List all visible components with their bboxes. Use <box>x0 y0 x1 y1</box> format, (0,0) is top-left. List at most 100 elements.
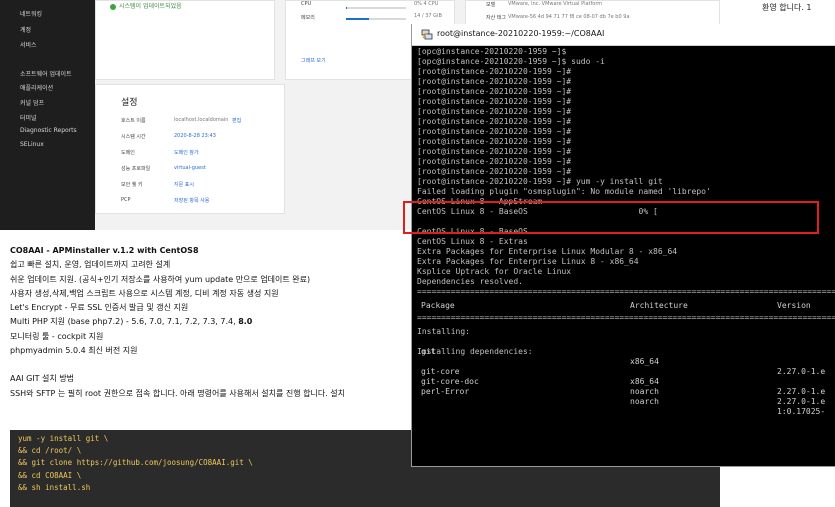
git-description: SSH와 SFTP 는 필히 root 권한으로 접속 합니다. 아래 명령어를… <box>10 388 346 398</box>
terminal-line: [root@instance-20210220-1959 ~]# <box>417 167 572 176</box>
terminal-line: CentOS Linux 8 - Extras <box>417 237 528 246</box>
sidebar-item-services[interactable]: 서비스 <box>20 40 37 49</box>
terminal-line: [root@instance-20210220-1959 ~]# <box>417 107 572 116</box>
usage-memory-label: 메모리 <box>301 15 315 21</box>
system-time-value[interactable]: 2020-8-28 23:43 <box>174 133 216 139</box>
installing-label: Installing: <box>417 327 470 336</box>
php-text: Multi PHP 지원 (base php7.2) - 5.6, 7.0, 7… <box>10 317 239 327</box>
article-line: 쉽고 빠른 설치, 운영, 업데이트까지 고려한 설계 <box>10 260 171 270</box>
terminal-line-plugin-error: Failed loading plugin "osmsplugin": No m… <box>417 187 711 196</box>
terminal-line: Extra Packages for Enterprise Linux Modu… <box>417 247 678 256</box>
package-row: perl-Error noarch 1:0.17025- <box>417 377 835 416</box>
asset-tag-label: 자산 태그 <box>486 15 506 21</box>
hostname-label: 호스트 이름 <box>121 118 146 124</box>
usage-memory-value: 14 / 37 GiB <box>414 13 442 19</box>
code-line: && cd CO8AAI \ <box>18 470 82 480</box>
performance-profile-label: 성능 프로파일 <box>121 166 151 172</box>
package-arch: noarch <box>630 397 659 406</box>
terminal-line: [root@instance-20210220-1959 ~]# <box>417 87 572 96</box>
sidebar-item-software-updates[interactable]: 소프트웨어 업데이트 <box>20 69 72 78</box>
package-row: git-core-doc noarch 2.27.0-1.e <box>417 367 835 406</box>
table-header-row: Package Architecture Version <box>417 301 835 313</box>
sidebar-item-terminal[interactable]: 터미널 <box>20 113 37 122</box>
sidebar-item-selinux[interactable]: SELinux <box>20 141 44 148</box>
domain-label: 도메인 <box>121 150 135 156</box>
settings-title: 설정 <box>121 98 138 108</box>
putty-terminal-window[interactable]: root@instance-20210220-1959:~/CO8AAI [op… <box>411 24 835 467</box>
hostname-edit-link[interactable]: 편집 <box>232 117 241 124</box>
package-name: perl-Error <box>421 387 470 396</box>
col-version: Version <box>777 301 811 310</box>
package-name: git <box>421 347 436 356</box>
package-version: 2.27.0-1.e <box>777 397 826 406</box>
error-highlight-box <box>403 201 819 234</box>
terminal-line: [root@instance-20210220-1959 ~]# <box>417 157 572 166</box>
terminal-line: [opc@instance-20210220-1959 ~]$ sudo -i <box>417 57 605 66</box>
col-architecture: Architecture <box>630 301 688 310</box>
terminal-line: [root@instance-20210220-1959 ~]# <box>417 127 572 136</box>
terminal-line: [root@instance-20210220-1959 ~]# <box>417 137 572 146</box>
usage-cpu-bar <box>346 7 406 9</box>
package-version: 1:0.17025- <box>777 407 826 416</box>
terminal-line: [root@instance-20210220-1959 ~]# <box>417 147 572 156</box>
health-card: 시스템이 업데이트되었음 <box>95 0 275 80</box>
col-package: Package <box>421 301 455 310</box>
terminal-line-yum-command: [root@instance-20210220-1959 ~]# yum -y … <box>417 177 663 186</box>
article-line-php: Multi PHP 지원 (base php7.2) - 5.6, 7.0, 7… <box>10 315 420 329</box>
show-fingerprints-link[interactable]: 지문 표시 <box>174 181 194 188</box>
article-title: CO8AAI - APMinstaller v.1.2 with CentOS8 <box>10 246 199 255</box>
terminal-line: Extra Packages for Enterprise Linux 8 - … <box>417 257 639 266</box>
check-circle-icon <box>110 3 116 10</box>
settings-card: 설정 호스트 이름 localhost.localdomain 편집 시스템 시… <box>95 84 285 214</box>
cockpit-sidebar: 네트워킹 계정 서비스 소프트웨어 업데이트 애플리케이션 커널 덤프 터미널 … <box>0 0 95 230</box>
terminal-titlebar[interactable]: root@instance-20210220-1959:~/CO8AAI <box>412 24 835 46</box>
git-heading: AAI GIT 설치 방법 <box>10 374 75 384</box>
usage-cpu-fill <box>346 7 348 9</box>
terminal-line: [root@instance-20210220-1959 ~]# <box>417 67 572 76</box>
usage-memory-bar <box>346 18 406 20</box>
terminal-line: [root@instance-20210220-1959 ~]# <box>417 77 572 86</box>
terminal-line: [root@instance-20210220-1959 ~]# <box>417 97 572 106</box>
article-body: CO8AAI - APMinstaller v.1.2 with CentOS8… <box>10 244 420 401</box>
view-graphs-link[interactable]: 그래프 보기 <box>301 57 326 64</box>
model-label: 모델 <box>486 2 496 8</box>
usage-memory-fill <box>346 18 369 20</box>
system-time-label: 시스템 시간 <box>121 134 146 140</box>
pcp-link[interactable]: 저장된 항목 사용 <box>174 197 209 204</box>
sidebar-item-accounts[interactable]: 계정 <box>20 25 31 34</box>
article-line: phpmyadmin 5.0.4 최신 버전 지원 <box>10 346 138 356</box>
terminal-title: root@instance-20210220-1959:~/CO8AAI <box>437 29 605 38</box>
terminal-line: Dependencies resolved. <box>417 277 523 286</box>
pcp-label: PCP <box>121 197 131 203</box>
article-line: 사용자 생성,삭제,백업 스크립트 사용으로 시스템 계정, 디비 계정 자동 … <box>10 288 279 298</box>
update-status-text: 시스템이 업데이트되었음 <box>119 3 182 10</box>
sidebar-item-diagnostic-reports[interactable]: Diagnostic Reports <box>20 127 77 134</box>
terminal-line: [opc@instance-20210220-1959 ~]$ <box>417 47 567 56</box>
asset-tag-value: VMware-56 4d 94 71 77 f8 ce 08-07 db 7e … <box>508 14 630 20</box>
usage-cpu-value: 0% 4 CPU <box>414 1 439 7</box>
installing-deps-label: Installing dependencies: <box>417 347 533 356</box>
performance-profile-link[interactable]: virtual-guest <box>174 165 206 171</box>
update-status: 시스템이 업데이트되었음 <box>110 1 182 10</box>
package-row: git x86_64 2.27.0-1.e <box>417 337 835 376</box>
hostname-value: localhost.localdomain <box>174 117 229 123</box>
sidebar-item-applications[interactable]: 애플리케이션 <box>20 83 53 92</box>
model-value: VMware, Inc. VMware Virtual Platform <box>508 1 603 7</box>
terminal-line: [root@instance-20210220-1959 ~]# <box>417 117 572 126</box>
sidebar-item-networking[interactable]: 네트워킹 <box>20 9 42 18</box>
terminal-separator: ========================================… <box>417 313 835 322</box>
php-bold: 8.0 <box>238 317 253 327</box>
usage-cpu-label: CPU <box>301 1 312 7</box>
package-row: git-core x86_64 2.27.0-1.e <box>417 357 835 396</box>
welcome-text: 환영 합니다. 1 <box>762 3 812 12</box>
ssh-keys-label: 보안 쉘 키 <box>121 182 143 188</box>
screen: 네트워킹 계정 서비스 소프트웨어 업데이트 애플리케이션 커널 덤프 터미널 … <box>0 0 835 507</box>
package-arch: noarch <box>630 387 659 396</box>
sidebar-item-kernel-dump[interactable]: 커널 덤프 <box>20 98 44 107</box>
terminal-line: Ksplice Uptrack for Oracle Linux <box>417 267 572 276</box>
join-domain-link[interactable]: 도메인 참가 <box>174 149 199 156</box>
article-line: 쉬운 업데이트 지원. (공식+인기 저장소를 사용하여 yum update … <box>10 274 311 284</box>
code-line: && sh install.sh <box>18 482 91 492</box>
article-line: 모니터링 툴 - cockpit 지원 <box>10 331 104 341</box>
